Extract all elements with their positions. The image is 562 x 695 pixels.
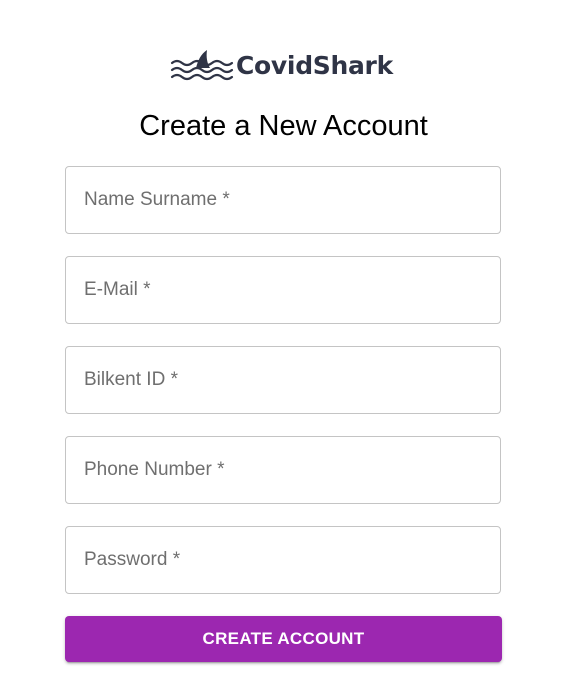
name-surname-field[interactable] — [65, 166, 501, 234]
password-field[interactable] — [65, 526, 501, 594]
bilkent-id-input[interactable] — [66, 347, 500, 413]
logo-text: CovidShark — [236, 50, 393, 80]
shark-fin-waves-icon — [170, 50, 234, 81]
email-field[interactable] — [65, 256, 501, 324]
page-title: Create a New Account — [139, 110, 428, 142]
phone-number-input[interactable] — [66, 437, 500, 503]
bilkent-id-field[interactable] — [65, 346, 501, 414]
phone-number-field[interactable] — [65, 436, 501, 504]
create-account-button[interactable]: CREATE ACCOUNT — [65, 616, 502, 662]
password-input[interactable] — [66, 527, 500, 593]
create-account-page: CovidShark Create a New Account CREATE A… — [0, 0, 562, 695]
app-logo: CovidShark — [170, 46, 393, 84]
email-input[interactable] — [66, 257, 500, 323]
name-surname-input[interactable] — [66, 167, 500, 233]
